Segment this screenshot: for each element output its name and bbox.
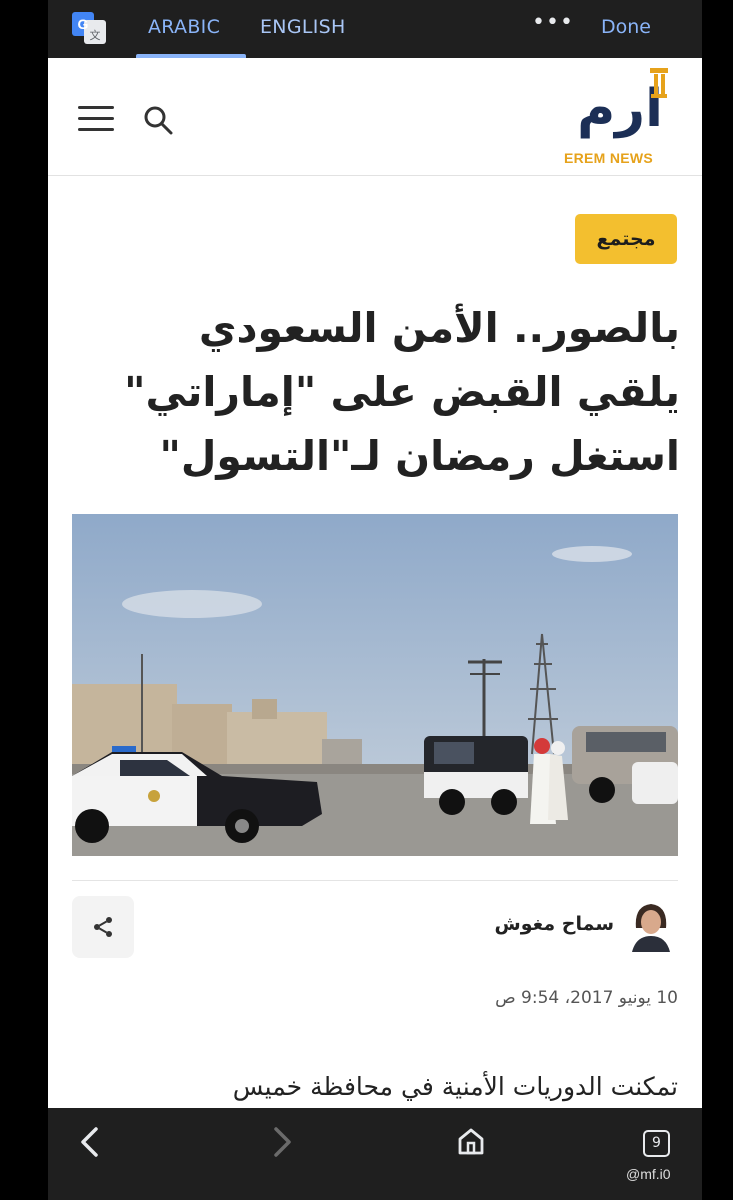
article-body-first-line: تمكنت الدوريات الأمنية في محافظة خميس [232, 1072, 678, 1101]
browser-bottom-bar: 9 [48, 1108, 702, 1200]
headline-line-2: يلقي القبض على "إماراتي" [124, 368, 680, 416]
svg-text:文: 文 [90, 28, 101, 42]
svg-text:ارم: ارم [577, 79, 663, 139]
author-avatar[interactable] [628, 898, 674, 952]
meta-divider [72, 880, 678, 881]
tab-arabic[interactable]: ARABIC [148, 16, 220, 38]
tab-english[interactable]: ENGLISH [260, 16, 346, 38]
share-icon [94, 917, 112, 937]
site-header: ارم EREM NEWS [48, 58, 702, 176]
google-translate-icon[interactable]: G 文 [72, 12, 106, 44]
watermark-text: @mf.i0 [626, 1166, 671, 1182]
more-options-button[interactable]: ••• [532, 10, 574, 35]
forward-chevron-icon[interactable] [270, 1126, 294, 1158]
tab-count-button[interactable]: 9 [643, 1130, 670, 1157]
share-button[interactable] [72, 896, 134, 958]
author-name[interactable]: سماح مغوش [368, 913, 614, 935]
logo-subtitle: EREM NEWS [564, 150, 654, 166]
done-button[interactable]: Done [601, 16, 651, 38]
hamburger-menu-icon[interactable] [78, 106, 114, 132]
article-hero-image[interactable] [72, 514, 678, 856]
search-icon[interactable] [142, 104, 174, 136]
phone-screen: G 文 ARABIC ENGLISH ••• Done ارم EREM NEW… [0, 0, 733, 1200]
back-chevron-icon[interactable] [78, 1126, 102, 1158]
headline-line-3: استغل رمضان لـ"التسول" [159, 432, 681, 480]
translate-toolbar: G 文 ARABIC ENGLISH ••• Done [48, 0, 702, 58]
category-badge[interactable]: مجتمع [575, 214, 677, 264]
publish-date: 10 يونيو 2017، 9:54 ص [495, 988, 678, 1008]
headline-line-1: بالصور.. الأمن السعودي [198, 304, 680, 352]
article-headline: بالصور.. الأمن السعودي يلقي القبض على "إ… [68, 296, 680, 488]
home-icon[interactable] [456, 1126, 486, 1156]
article-page: ارم EREM NEWS مجتمع بالصور.. الأمن السعو… [48, 58, 702, 1108]
svg-text:G: G [78, 16, 89, 32]
